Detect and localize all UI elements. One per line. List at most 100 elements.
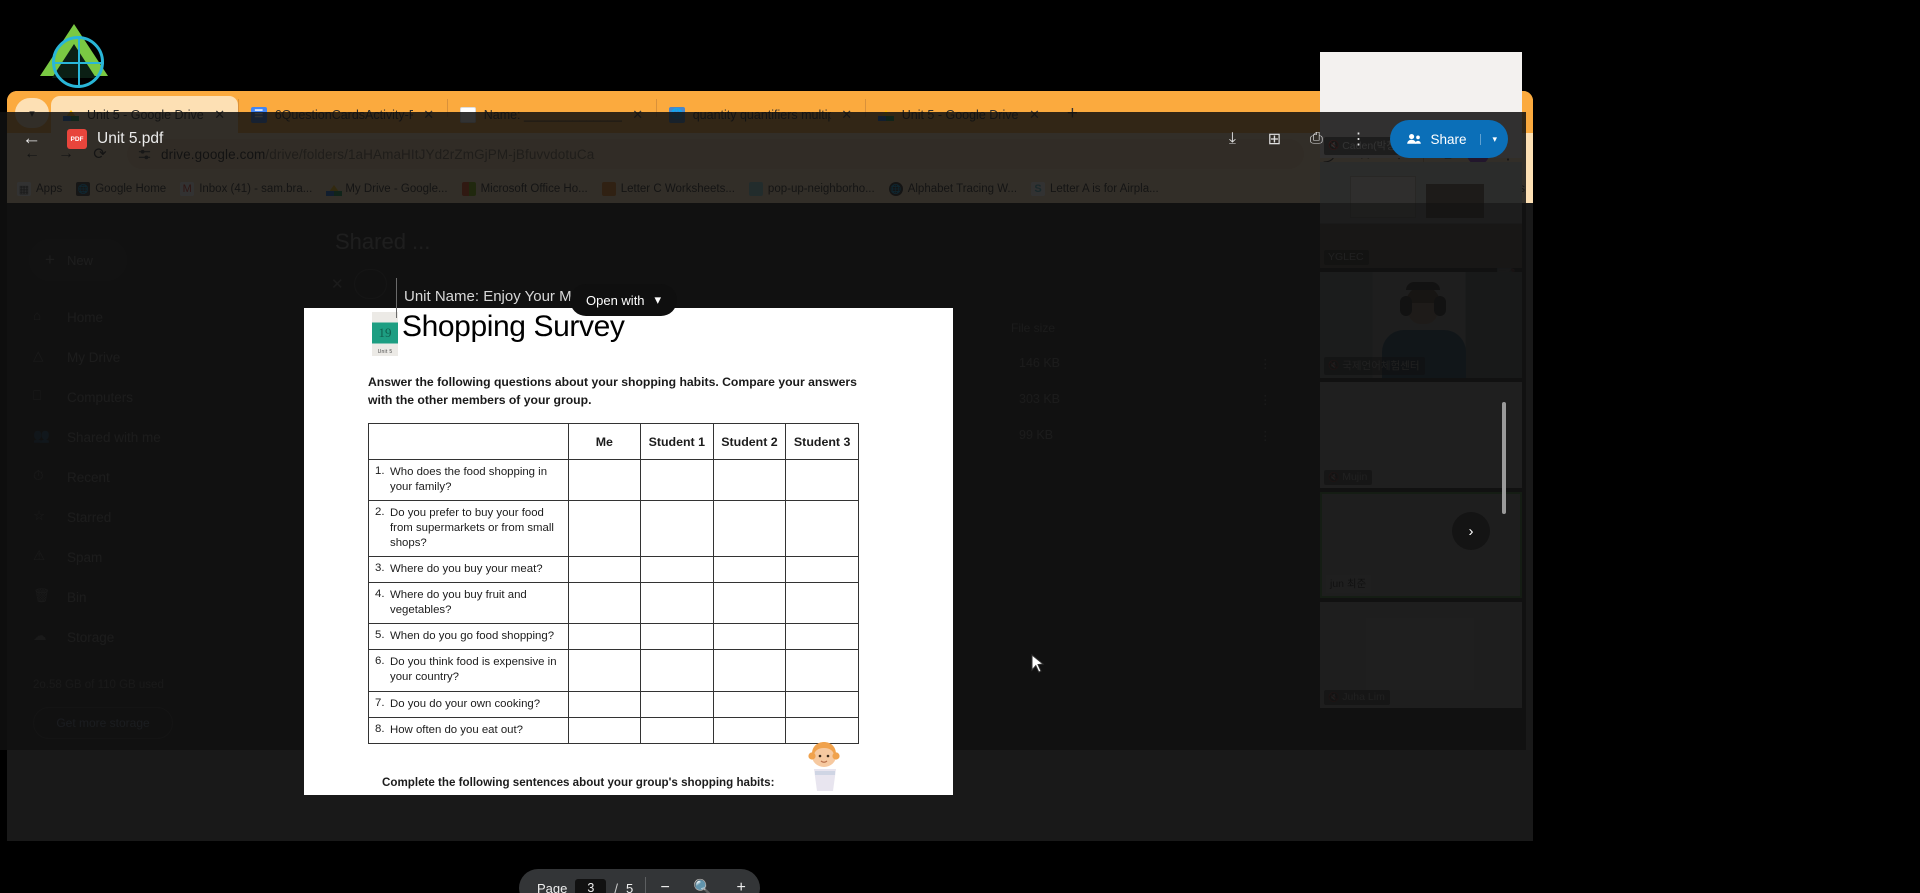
pdf-footer-text: Complete the following sentences about y… [382, 776, 775, 789]
chevron-down-icon: ▾ [654, 292, 662, 307]
add-comment-icon[interactable]: ⊞ [1256, 121, 1292, 157]
question-number: 6. [375, 655, 385, 668]
desktop-logo [34, 22, 112, 92]
answer-cell [712, 500, 787, 558]
answer-cell [567, 458, 641, 502]
open-with-label: Open with [586, 292, 645, 308]
back-icon[interactable]: ← [22, 128, 41, 150]
table-header-row: Me Student 1 Student 2 Student 3 [368, 423, 859, 460]
print-icon[interactable]: ⎙ [1298, 121, 1334, 157]
answer-cell [639, 556, 714, 584]
answer-cell [712, 458, 787, 502]
answer-cell [712, 690, 787, 718]
answer-cell [785, 556, 859, 584]
answer-cell [785, 649, 859, 692]
question-number: 2. [375, 506, 385, 519]
question-number: 3. [375, 562, 385, 575]
toolbar-divider [396, 278, 397, 318]
question-cell: 4. Where do you buy fruit and vegetables? [368, 582, 569, 625]
table-header-blank [368, 423, 569, 460]
unit-badge-number: 19 [378, 325, 392, 340]
answer-cell [567, 500, 641, 558]
answer-cell [712, 582, 787, 625]
question-text: Do you prefer to buy your food from supe… [390, 507, 554, 550]
table-row: 4. Where do you buy fruit and vegetables? [368, 582, 859, 625]
answer-cell [567, 623, 641, 651]
table-row: 1. Who does the food shopping in your fam… [368, 458, 859, 502]
preview-toolbar: ← PDF Unit 5.pdf ⤓ ⊞ ⎙ ⋮ Share ▾ [0, 112, 1526, 166]
total-pages: 5 [625, 880, 634, 893]
question-number: 8. [375, 722, 385, 735]
answer-cell [567, 716, 641, 744]
question-text: Do you do your own cooking? [390, 697, 541, 710]
question-text: Where do you buy fruit and vegetables? [390, 589, 527, 617]
share-button[interactable]: Share ▾ [1390, 120, 1508, 158]
zoom-reset-icon[interactable]: 🔍 [684, 869, 722, 893]
more-options-icon[interactable]: ⋮ [1340, 121, 1376, 157]
table-header-me: Me [567, 423, 641, 460]
question-cell: 3. Where do you buy your meat? [368, 556, 569, 584]
answer-cell [639, 582, 714, 625]
answer-cell [785, 690, 859, 718]
question-text: When do you go food shopping? [390, 630, 555, 643]
shopper-illustration [808, 742, 840, 791]
table-row: 6. Do you think food is expensive in your… [368, 649, 859, 692]
open-with-button[interactable]: Open with ▾ [570, 284, 678, 316]
unit-name-text: Unit Name: Enjoy Your Mea [404, 288, 589, 305]
question-number: 4. [375, 588, 385, 601]
table-row: 7. Do you do your own cooking? [368, 690, 859, 718]
unit-badge: 19 Unit 5 [372, 312, 398, 356]
question-number: 7. [375, 696, 385, 709]
answer-cell [639, 716, 714, 744]
table-header-student-2: Student 2 [712, 423, 787, 460]
preview-file-name: Unit 5.pdf [97, 130, 164, 147]
preview-scrollbar[interactable] [1502, 402, 1506, 514]
answer-cell [712, 556, 787, 584]
question-cell: 5. When do you go food shopping? [368, 623, 569, 651]
page-label: Page [537, 880, 568, 893]
answer-cell [567, 556, 641, 584]
answer-cell [712, 649, 787, 692]
question-text: Do you think food is expensive in your c… [390, 656, 557, 684]
answer-cell [639, 458, 714, 502]
pdf-page-control: Page 3 / 5 − 🔍 + [519, 869, 761, 893]
mouse-cursor [1031, 654, 1045, 673]
pdf-file-icon: PDF [67, 129, 87, 149]
unit-badge-label: Unit 5 [377, 349, 393, 355]
answer-cell [567, 690, 641, 718]
zoom-in-button[interactable]: + [722, 869, 760, 893]
table-row: 2. Do you prefer to buy your food from su… [368, 500, 859, 558]
share-label: Share [1430, 131, 1467, 147]
table-row: 8. How often do you eat out? [368, 716, 859, 744]
pdf-page: 19 Unit 5 Shopping Survey Answer the fol… [304, 308, 953, 795]
answer-cell [639, 500, 714, 558]
answer-cell [785, 458, 859, 502]
answer-cell [785, 623, 859, 651]
table-header-student-3: Student 3 [785, 423, 859, 460]
people-icon [1407, 134, 1422, 144]
question-cell: 7. Do you do your own cooking? [368, 690, 569, 718]
question-cell: 1. Who does the food shopping in your fam… [368, 458, 569, 502]
answer-cell [567, 649, 641, 692]
question-text: How often do you eat out? [390, 723, 523, 736]
page-separator: / [614, 880, 618, 893]
pdf-instruction: Answer the following questions about you… [368, 375, 857, 407]
preview-actions: ⤓ ⊞ ⎙ ⋮ Share ▾ [1214, 120, 1508, 158]
answer-cell [785, 500, 859, 558]
answer-cell [639, 690, 714, 718]
answer-cell [639, 623, 714, 651]
question-cell: 6. Do you think food is expensive in your… [368, 649, 569, 692]
pdf-preview-overlay: ← PDF Unit 5.pdf ⤓ ⊞ ⎙ ⋮ Share ▾ Unit Na… [0, 112, 1526, 893]
answer-cell [712, 716, 787, 744]
next-page-button[interactable]: › [1452, 512, 1490, 550]
zoom-out-button[interactable]: − [646, 869, 684, 893]
share-caret-icon[interactable]: ▾ [1480, 133, 1508, 145]
question-cell: 8. How often do you eat out? [368, 716, 569, 744]
screen: ▾ Unit 5 - Google Drive ✕ ☰ 6QuestionCar… [0, 0, 1920, 893]
page-number-input[interactable]: 3 [575, 879, 607, 893]
question-number: 5. [375, 629, 385, 642]
question-text: Who does the food shopping in your famil… [390, 466, 548, 494]
question-text: Where do you buy your meat? [390, 563, 543, 576]
answer-cell [567, 582, 641, 625]
add-to-drive-icon[interactable]: ⤓ [1214, 121, 1250, 157]
